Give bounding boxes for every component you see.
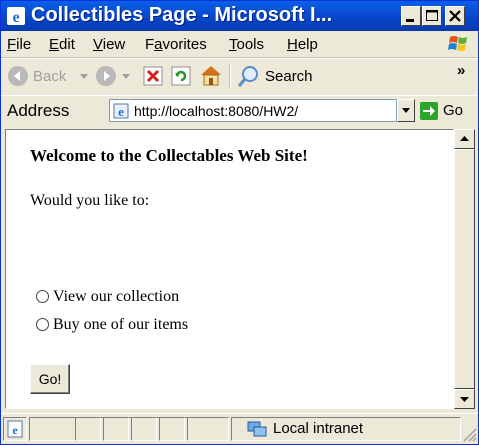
page-content: Welcome to the Collectables Web Site! Wo… xyxy=(5,129,454,409)
status-panel-page: e xyxy=(3,417,27,441)
back-arrow-icon[interactable] xyxy=(7,65,29,87)
security-zone-label: Local intranet xyxy=(273,420,364,437)
option-buy-item[interactable]: Buy one of our items xyxy=(36,316,188,334)
search-icon[interactable] xyxy=(237,64,261,88)
minimize-button[interactable] xyxy=(401,6,421,26)
svg-text:e: e xyxy=(12,9,19,25)
option-label: Buy one of our items xyxy=(53,316,189,333)
chevron-down-icon xyxy=(402,108,410,113)
menu-favorites[interactable]: Favorites xyxy=(145,36,207,53)
svg-text:e: e xyxy=(12,423,18,437)
forward-arrow-icon[interactable] xyxy=(95,65,117,87)
title-bar[interactable]: e Collectibles Page - Microsoft I... xyxy=(1,1,478,31)
status-bar: e Local intranet xyxy=(1,413,478,445)
vertical-scrollbar[interactable] xyxy=(454,129,475,409)
resize-grip-icon[interactable] xyxy=(461,426,477,442)
maximize-button[interactable] xyxy=(422,6,442,26)
status-panel xyxy=(103,417,129,441)
submit-button[interactable]: Go! xyxy=(30,364,70,394)
address-dropdown-button[interactable] xyxy=(397,99,415,122)
address-label: Address xyxy=(7,101,70,120)
page-status-icon: e xyxy=(7,420,23,438)
window-title: Collectibles Page - Microsoft I... xyxy=(31,4,333,26)
maximize-icon xyxy=(426,10,438,21)
arrow-down-icon xyxy=(460,397,469,402)
go-button-label[interactable]: Go xyxy=(443,102,463,119)
go-arrow-icon xyxy=(423,106,435,116)
toolbar-separator xyxy=(229,63,231,89)
back-button-label[interactable]: Back xyxy=(33,68,66,85)
menu-edit[interactable]: Edit xyxy=(49,36,75,53)
scroll-down-button[interactable] xyxy=(454,389,475,409)
address-bar: Address e http://localhost:8080/HW2/ Go xyxy=(1,95,478,128)
local-intranet-icon xyxy=(247,421,267,437)
status-panel xyxy=(75,417,101,441)
option-view-collection[interactable]: View our collection xyxy=(36,288,179,306)
status-panel xyxy=(187,417,229,441)
forward-dropdown-icon[interactable] xyxy=(121,73,131,81)
refresh-icon[interactable] xyxy=(171,66,191,86)
scroll-up-button[interactable] xyxy=(454,129,475,149)
stop-icon[interactable] xyxy=(143,66,163,86)
address-input[interactable]: e http://localhost:8080/HW2/ xyxy=(109,99,397,122)
ie-icon: e xyxy=(7,7,25,25)
status-panel xyxy=(131,417,157,441)
page-prompt: Would you like to: xyxy=(30,192,150,209)
radio-buy-item[interactable] xyxy=(36,317,49,331)
search-button-label[interactable]: Search xyxy=(265,68,313,85)
windows-logo-icon xyxy=(448,36,467,51)
scroll-thumb[interactable] xyxy=(454,149,475,389)
page-icon: e xyxy=(113,103,129,119)
close-icon xyxy=(449,10,461,22)
back-dropdown-icon[interactable] xyxy=(79,73,89,81)
browser-window: e Collectibles Page - Microsoft I... Fil… xyxy=(0,0,479,445)
page-heading: Welcome to the Collectables Web Site! xyxy=(30,146,308,165)
menu-help[interactable]: Help xyxy=(287,36,318,53)
menu-bar: File Edit View Favorites Tools Help xyxy=(1,31,478,58)
home-icon[interactable] xyxy=(199,64,223,86)
go-button[interactable] xyxy=(420,102,438,120)
toolbar-overflow-chevron[interactable]: » xyxy=(457,62,465,79)
status-panel xyxy=(159,417,185,441)
menu-view[interactable]: View xyxy=(93,36,125,53)
menu-file[interactable]: File xyxy=(7,36,31,53)
minimize-icon xyxy=(406,19,414,22)
address-url[interactable]: http://localhost:8080/HW2/ xyxy=(134,103,298,119)
standard-toolbar: Back Search » xyxy=(1,58,478,96)
radio-view-collection[interactable] xyxy=(36,289,49,303)
close-button[interactable] xyxy=(445,6,465,26)
option-label: View our collection xyxy=(53,288,180,305)
svg-text:e: e xyxy=(118,104,124,119)
menu-tools[interactable]: Tools xyxy=(229,36,264,53)
arrow-up-icon xyxy=(460,136,469,141)
